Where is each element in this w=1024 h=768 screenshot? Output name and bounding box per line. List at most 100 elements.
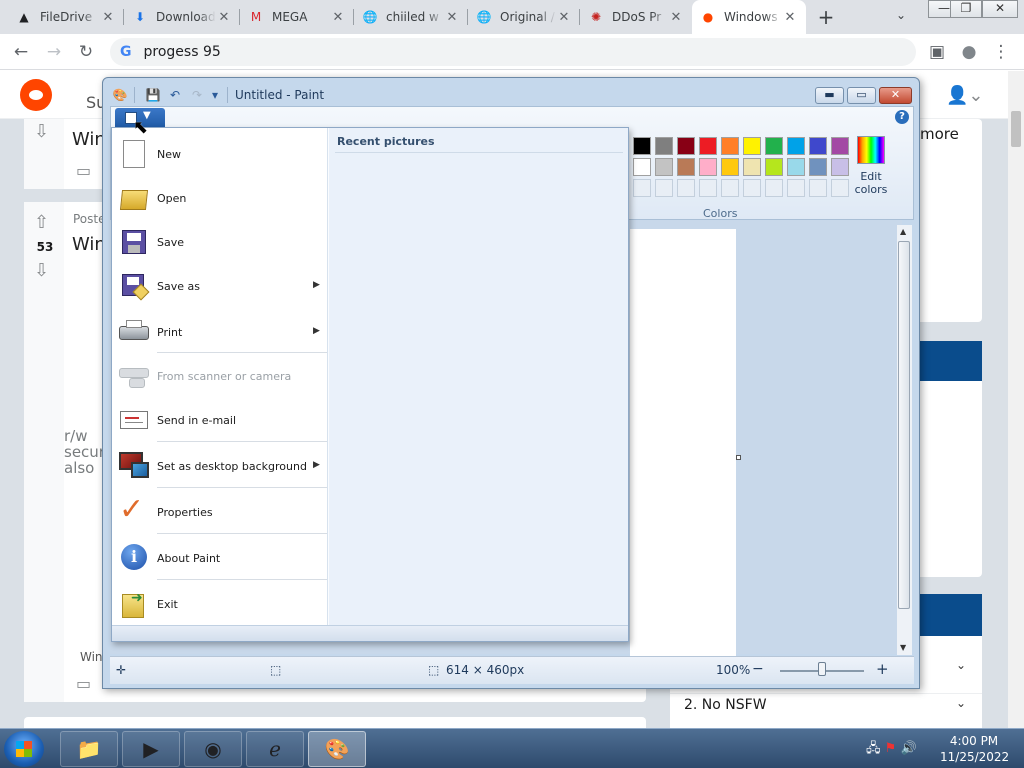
color-swatch[interactable] bbox=[721, 158, 739, 176]
file-menu-item-print[interactable]: Print ▶ bbox=[112, 310, 328, 354]
profile-icon[interactable]: ● bbox=[958, 41, 980, 63]
close-tab-icon[interactable]: ✕ bbox=[782, 10, 798, 25]
color-swatch[interactable] bbox=[809, 158, 827, 176]
scroll-down-icon[interactable]: ▼ bbox=[900, 643, 906, 652]
color-swatch[interactable] bbox=[721, 137, 739, 155]
drawing-canvas[interactable] bbox=[630, 229, 736, 657]
undo-icon[interactable]: ↶ bbox=[167, 87, 183, 103]
empty-color-swatch[interactable] bbox=[831, 179, 849, 197]
post-card[interactable] bbox=[24, 717, 646, 728]
browser-tab-active[interactable]: ● Windows ✕ bbox=[692, 0, 806, 34]
zoom-slider-thumb[interactable] bbox=[818, 662, 826, 676]
color-swatch[interactable] bbox=[633, 158, 651, 176]
file-explorer-icon[interactable]: 📁 bbox=[60, 731, 118, 767]
address-text[interactable]: progess 95 bbox=[144, 44, 221, 60]
color-swatch[interactable] bbox=[633, 137, 651, 155]
start-button[interactable] bbox=[4, 731, 44, 767]
internet-explorer-icon[interactable]: ℯ bbox=[246, 731, 304, 767]
color-swatch[interactable] bbox=[765, 137, 783, 155]
color-swatch[interactable] bbox=[831, 137, 849, 155]
new-tab-button[interactable]: + bbox=[815, 7, 837, 29]
zoom-in-button[interactable]: + bbox=[876, 660, 889, 678]
color-swatch[interactable] bbox=[655, 137, 673, 155]
customize-quick-access-icon[interactable]: ▾ bbox=[207, 87, 223, 103]
redo-icon[interactable]: ↷ bbox=[189, 87, 205, 103]
color-swatch[interactable] bbox=[699, 137, 717, 155]
post-title[interactable]: Win bbox=[72, 234, 106, 255]
file-menu-item-set-as-desktop-background[interactable]: Set as desktop background ▶ bbox=[112, 444, 328, 488]
volume-icon[interactable]: 🔊 bbox=[900, 741, 916, 756]
close-tab-icon[interactable]: ✕ bbox=[216, 10, 232, 25]
page-scrollbar[interactable] bbox=[1008, 71, 1024, 728]
user-menu-icon[interactable]: 👤⌄ bbox=[946, 85, 984, 106]
downvote-icon[interactable]: ⇩ bbox=[34, 121, 49, 142]
file-menu-item-properties[interactable]: ✓ Properties bbox=[112, 490, 328, 534]
paint-maximize-button[interactable]: ▭ bbox=[847, 87, 876, 104]
color-swatch[interactable] bbox=[787, 158, 805, 176]
browser-tab[interactable]: M MEGA ✕ bbox=[240, 0, 354, 34]
canvas-vertical-scrollbar[interactable]: ▲ ▼ bbox=[897, 225, 912, 655]
browser-tab[interactable]: 🌐 Original / ✕ bbox=[468, 0, 580, 34]
downvote-icon[interactable]: ⇩ bbox=[34, 260, 49, 281]
browser-tab[interactable]: ✺ DDoS Pr ✕ bbox=[580, 0, 692, 34]
file-menu-item-send-in-e-mail[interactable]: Send in e-mail bbox=[112, 398, 328, 442]
browser-tab[interactable]: 🌐 chiiled w ✕ bbox=[354, 0, 468, 34]
color-swatch[interactable] bbox=[765, 158, 783, 176]
empty-color-swatch[interactable] bbox=[633, 179, 651, 197]
forward-button[interactable]: → bbox=[43, 41, 65, 63]
file-menu-item-open[interactable]: Open bbox=[112, 176, 328, 220]
close-tab-icon[interactable]: ✕ bbox=[668, 10, 684, 25]
side-panel-icon[interactable]: ▣ bbox=[926, 41, 948, 63]
network-icon[interactable]: 🖧 bbox=[866, 741, 881, 756]
system-clock[interactable]: 4:00 PM 11/25/2022 bbox=[940, 733, 1009, 765]
media-player-icon[interactable]: ▶ bbox=[122, 731, 180, 767]
close-tab-icon[interactable]: ✕ bbox=[330, 10, 346, 25]
reload-button[interactable]: ↻ bbox=[75, 41, 97, 63]
empty-color-swatch[interactable] bbox=[809, 179, 827, 197]
color-swatch[interactable] bbox=[787, 137, 805, 155]
chrome-icon[interactable]: ◉ bbox=[184, 731, 242, 767]
empty-color-swatch[interactable] bbox=[677, 179, 695, 197]
reddit-logo-icon[interactable] bbox=[20, 79, 52, 111]
canvas-resize-handle[interactable] bbox=[736, 455, 741, 460]
upvote-icon[interactable]: ⇧ bbox=[34, 212, 49, 233]
more-link[interactable]: more bbox=[920, 125, 959, 143]
empty-color-swatch[interactable] bbox=[787, 179, 805, 197]
color-swatch[interactable] bbox=[831, 158, 849, 176]
tab-search-button[interactable]: ⌄ bbox=[896, 8, 906, 22]
empty-color-swatch[interactable] bbox=[765, 179, 783, 197]
post-title[interactable]: Win bbox=[72, 129, 106, 150]
chevron-down-icon[interactable]: ⌄ bbox=[956, 658, 966, 672]
empty-color-swatch[interactable] bbox=[743, 179, 761, 197]
empty-color-swatch[interactable] bbox=[699, 179, 717, 197]
color-swatch[interactable] bbox=[655, 158, 673, 176]
window-close-button[interactable]: ✕ bbox=[982, 0, 1018, 18]
close-tab-icon[interactable]: ✕ bbox=[100, 10, 116, 25]
paint-title-bar[interactable]: 🎨 💾 ↶ ↷ ▾ Untitled - Paint ▬ ▭ ✕ bbox=[103, 78, 919, 106]
color-swatch[interactable] bbox=[743, 137, 761, 155]
action-center-icon[interactable]: ⚑ bbox=[885, 741, 897, 756]
rule-item[interactable]: 2. No NSFW bbox=[684, 697, 767, 713]
browser-tab[interactable]: ▲ FileDrive ✕ bbox=[8, 0, 124, 34]
quick-save-icon[interactable]: 💾 bbox=[145, 87, 161, 103]
address-bar[interactable]: G progess 95 bbox=[110, 38, 916, 66]
color-swatch[interactable] bbox=[699, 158, 717, 176]
scroll-thumb[interactable] bbox=[898, 241, 910, 609]
paint-icon[interactable]: 🎨 bbox=[308, 731, 366, 767]
color-swatch[interactable] bbox=[677, 158, 695, 176]
help-icon[interactable]: ? bbox=[895, 110, 909, 124]
color-swatch[interactable] bbox=[677, 137, 695, 155]
color-swatch[interactable] bbox=[809, 137, 827, 155]
file-menu-item-new[interactable]: New bbox=[112, 132, 328, 176]
file-menu-item-save-as[interactable]: Save as ▶ bbox=[112, 264, 328, 308]
browser-tab[interactable]: ⬇ Download ✕ bbox=[124, 0, 240, 34]
paint-minimize-button[interactable]: ▬ bbox=[815, 87, 844, 104]
close-tab-icon[interactable]: ✕ bbox=[556, 10, 572, 25]
empty-color-swatch[interactable] bbox=[721, 179, 739, 197]
comment-icon[interactable]: ▭ bbox=[76, 161, 91, 180]
window-restore-button[interactable]: ❐ bbox=[950, 0, 982, 18]
empty-color-swatch[interactable] bbox=[655, 179, 673, 197]
file-menu-item-about-paint[interactable]: i About Paint bbox=[112, 536, 328, 580]
zoom-out-button[interactable]: − bbox=[752, 661, 764, 677]
scroll-up-icon[interactable]: ▲ bbox=[900, 227, 906, 236]
